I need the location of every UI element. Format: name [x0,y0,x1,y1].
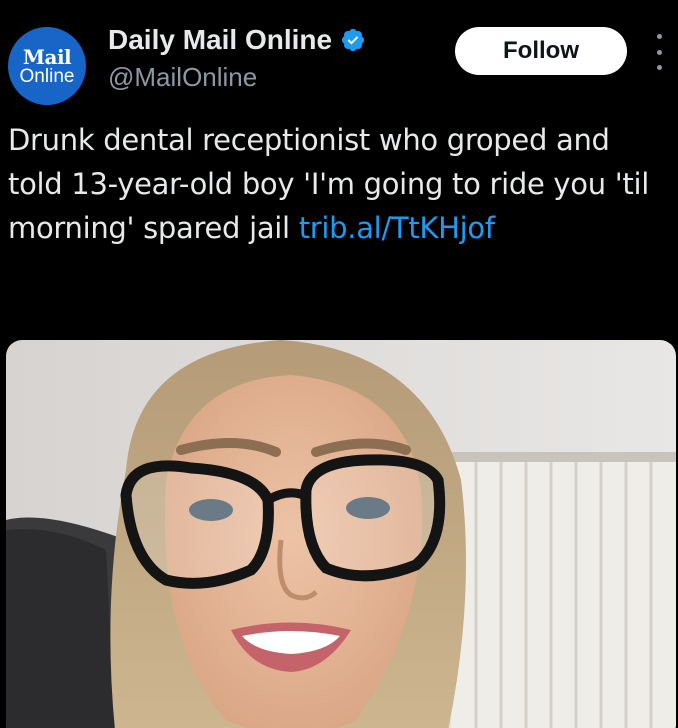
photo-image [6,340,676,728]
tweet-photo[interactable] [6,340,676,728]
tweet-text: Drunk dental receptionist who groped and… [8,118,668,250]
avatar-logo-bottom: Online [19,66,75,87]
follow-button[interactable]: Follow [455,27,627,75]
name-row: Daily Mail Online [108,22,366,58]
tweet-card: Mail Online Daily Mail Online @MailOnlin… [0,0,678,728]
more-vertical-icon[interactable] [650,34,668,70]
more-dot [656,49,662,55]
avatar[interactable]: Mail Online [8,27,86,105]
display-name[interactable]: Daily Mail Online [108,22,332,58]
verified-badge-icon [341,28,365,52]
account-header: Daily Mail Online @MailOnline [108,22,366,94]
tweet-link[interactable]: trib.al/TtKHjof [299,211,495,245]
account-handle[interactable]: @MailOnline [108,60,366,94]
avatar-logo-top: Mail [22,45,72,69]
more-dot [656,34,662,39]
more-dot [656,65,662,70]
